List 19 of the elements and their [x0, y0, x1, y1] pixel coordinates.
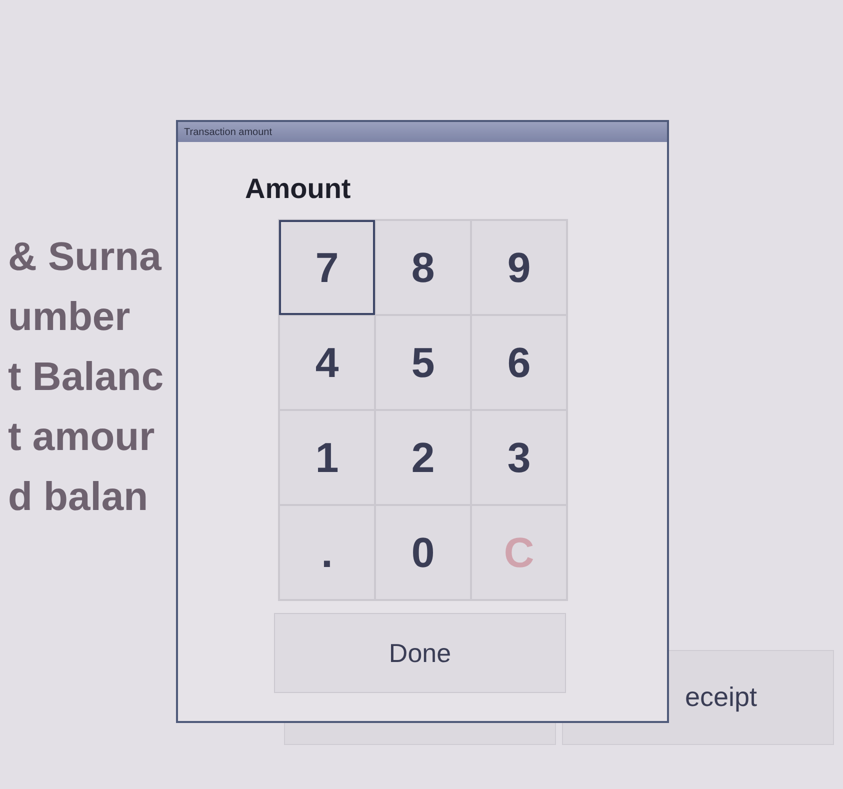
keypad-key[interactable]: 7 [279, 220, 375, 315]
keypad-key[interactable]: 4 [279, 315, 375, 410]
field-label: & Surna [8, 234, 162, 280]
keypad-key[interactable]: 6 [471, 315, 567, 410]
keypad-key[interactable]: 8 [375, 220, 471, 315]
done-button[interactable]: Done [274, 613, 566, 693]
keypad-key[interactable]: 3 [471, 410, 567, 505]
keypad-key[interactable]: 9 [471, 220, 567, 315]
keypad-key[interactable]: 2 [375, 410, 471, 505]
field-label: t Balanc [8, 354, 164, 400]
keypad-key[interactable]: 0 [375, 505, 471, 600]
keypad-key[interactable]: 5 [375, 315, 471, 410]
field-label: t amour [8, 414, 155, 460]
field-label: umber [8, 294, 130, 340]
window-title: Transaction amount [184, 126, 272, 140]
keypad-key[interactable]: 1 [279, 410, 375, 505]
field-label: d balan [8, 474, 148, 520]
keypad-key[interactable]: . [279, 505, 375, 600]
dialog-heading: Amount [245, 172, 351, 206]
